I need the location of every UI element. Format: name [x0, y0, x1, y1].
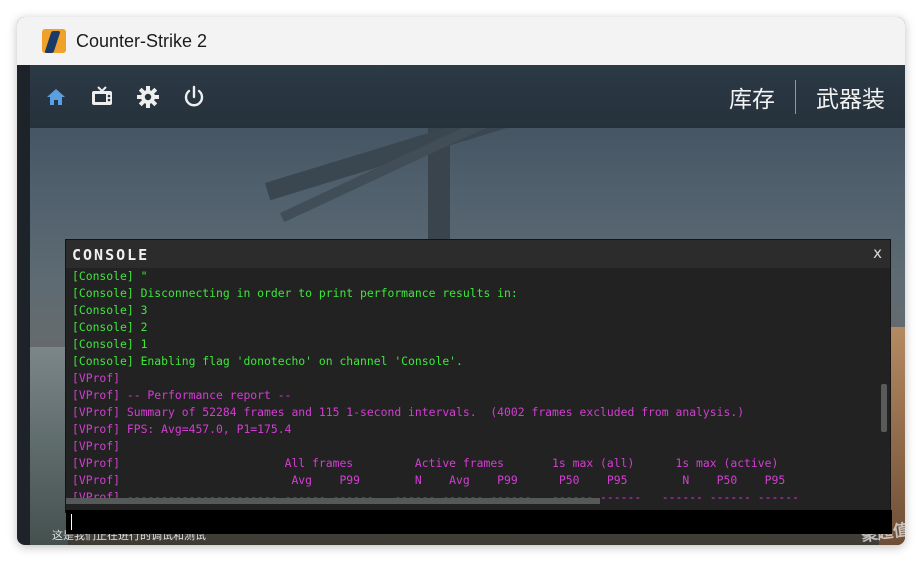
top-navigation: 库存 武器装 — [30, 65, 905, 128]
nav-item-loadout[interactable]: 武器装 — [796, 80, 905, 114]
console-line: [Console] Disconnecting in order to prin… — [72, 286, 518, 300]
tv-icon[interactable] — [90, 85, 114, 109]
scrollbar-thumb[interactable] — [881, 384, 887, 432]
console-line: [VProf] FPS: Avg=457.0, P1=175.4 — [72, 422, 292, 436]
nav-item-inventory[interactable]: 库存 — [709, 80, 795, 114]
console-line: [Console] 2 — [72, 320, 148, 334]
title-bar: Counter-Strike 2 — [17, 17, 905, 65]
console-output: [Console] " [Console] Disconnecting in or… — [66, 268, 876, 504]
console-line: [VProf] -- Performance report -- — [72, 388, 292, 402]
home-icon[interactable] — [44, 85, 68, 109]
console-close-button[interactable]: x — [873, 244, 882, 262]
console-line: [VProf] — [72, 371, 121, 385]
console-horizontal-scrollbar[interactable] — [66, 498, 600, 504]
console-line: [VProf] Avg P99 N Avg P99 P50 P95 N P50 … — [72, 473, 786, 487]
console-line: [Console] 3 — [72, 303, 148, 317]
console-vertical-scrollbar[interactable] — [880, 268, 888, 504]
console-line: [VProf] All frames Active frames 1s max … — [72, 456, 779, 470]
console-input[interactable] — [66, 510, 892, 534]
console-line: [Console] Enabling flag 'donotecho' on c… — [72, 354, 463, 368]
console-panel: CONSOLE x [Console] " [Console] Disconnec… — [65, 239, 892, 534]
console-title: CONSOLE — [72, 246, 150, 264]
power-icon[interactable] — [182, 85, 206, 109]
console-header: CONSOLE x — [66, 240, 890, 268]
background-character — [30, 347, 68, 545]
console-line: [VProf] — [72, 439, 121, 453]
console-line: [Console] 1 — [72, 337, 148, 351]
text-caret — [71, 514, 72, 530]
window-title: Counter-Strike 2 — [76, 30, 208, 51]
nav-menu: 库存 武器装 — [709, 65, 905, 128]
cs2-app-icon — [42, 29, 66, 53]
gear-icon[interactable] — [136, 85, 160, 109]
console-line: [VProf] Summary of 52284 frames and 115 … — [72, 405, 745, 419]
console-line: [Console] " — [72, 269, 148, 283]
app-window: Counter-Strike 2 库存 武器装 这是我们正在进行的调试和测试 C… — [17, 17, 905, 545]
